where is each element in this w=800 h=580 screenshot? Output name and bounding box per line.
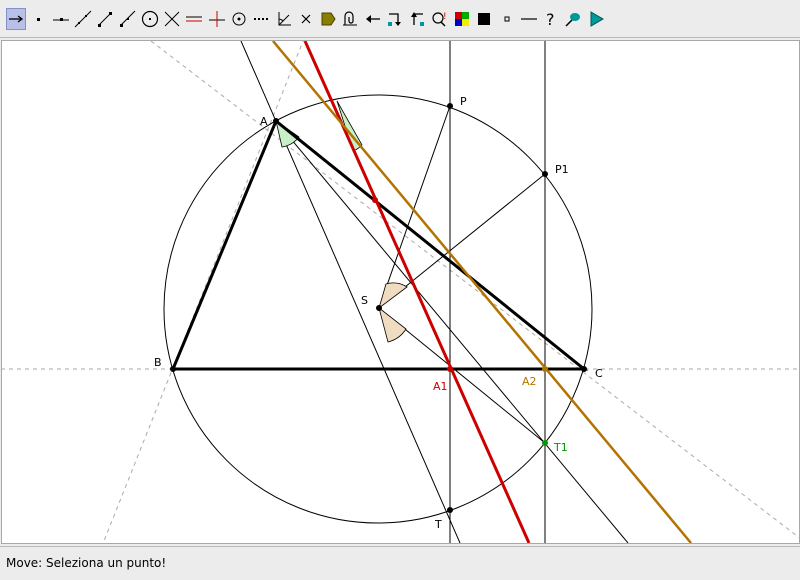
zoom-tool[interactable]: !: [430, 8, 450, 30]
toolbar: ! ?: [0, 0, 800, 38]
help-tool[interactable]: ?: [541, 8, 561, 30]
dotted-line-tool[interactable]: [251, 8, 271, 30]
segment-icon: [98, 11, 113, 27]
circle-icon: [141, 10, 158, 27]
midpoint-icon: [232, 12, 246, 25]
hide-tool[interactable]: [385, 8, 405, 30]
label-tool[interactable]: [318, 8, 338, 30]
label-p1: P1: [555, 163, 569, 176]
line-ac-extension[interactable]: [150, 40, 800, 539]
black-square-icon: [478, 12, 491, 25]
label-a1: A1: [433, 380, 448, 393]
red-line[interactable]: [303, 40, 531, 544]
label-t: T: [434, 518, 442, 531]
point-a1[interactable]: [447, 366, 453, 372]
angle-marker-s-upper: [378, 282, 408, 310]
drawing-canvas[interactable]: A B C P P1 S T A1 A2 T1: [1, 0, 800, 562]
dotted-line-icon: [254, 17, 269, 20]
point-a[interactable]: [273, 118, 279, 124]
point-tool[interactable]: [28, 8, 48, 30]
fill-tool[interactable]: [474, 8, 494, 30]
ray-icon: [120, 10, 136, 27]
intersection-tool[interactable]: [162, 8, 182, 30]
label-a: A: [260, 115, 268, 128]
point-p[interactable]: [447, 103, 453, 109]
undo-arrow-icon: [365, 14, 380, 23]
midpoint-tool[interactable]: [229, 8, 249, 30]
ray-tool[interactable]: [117, 8, 137, 30]
status-bar: Move: Seleziona un punto!: [0, 546, 800, 580]
point-t1[interactable]: [542, 440, 548, 446]
svg-text:!: !: [443, 12, 447, 22]
parallel-tool[interactable]: [184, 8, 204, 30]
line-style-icon: [520, 17, 537, 20]
segment-tool[interactable]: [95, 8, 115, 30]
line-tool[interactable]: [73, 8, 93, 30]
label-t1: T1: [553, 441, 568, 454]
small-square-icon: [504, 16, 510, 21]
point-s[interactable]: [376, 305, 382, 311]
orange-line[interactable]: [272, 40, 692, 544]
move-tool[interactable]: [6, 7, 26, 30]
play-icon: [590, 10, 604, 27]
color-tool[interactable]: [452, 8, 472, 30]
perpendicular-tool[interactable]: [207, 8, 227, 30]
comment-tool[interactable]: [563, 8, 583, 30]
perpendicular-icon: [208, 10, 225, 27]
cross-icon: [301, 14, 311, 23]
point-on-line-tool[interactable]: [51, 8, 71, 30]
show-icon: [411, 11, 425, 26]
angle-marker-s-lower: [378, 306, 407, 343]
angle-icon: [278, 11, 291, 25]
angle-tool[interactable]: [274, 8, 294, 30]
point-p1[interactable]: [542, 171, 548, 177]
line-a-t1[interactable]: [275, 120, 629, 544]
question-icon: ?: [546, 10, 555, 28]
app-window: ! ? A B C P P1 S T A1 A2 T1 Move: Selezi…: [0, 0, 800, 580]
line-style-tool[interactable]: [519, 8, 539, 30]
comment-icon: [565, 12, 581, 27]
zoom-icon: !: [432, 12, 447, 27]
point-red-on-ac[interactable]: [372, 197, 378, 203]
label-c: C: [595, 367, 603, 380]
point-b[interactable]: [170, 366, 176, 372]
macro-tool[interactable]: [340, 8, 360, 30]
segment-s-p[interactable]: [378, 105, 451, 309]
point-on-line-icon: [52, 17, 69, 21]
svg-text:?: ?: [546, 10, 555, 28]
triangle-abc[interactable]: [170, 118, 589, 371]
point-c[interactable]: [581, 366, 587, 372]
arrow-move-icon: [9, 14, 24, 23]
hide-icon: [388, 12, 402, 26]
run-tool[interactable]: [586, 8, 606, 30]
line-a-t[interactable]: [240, 40, 461, 544]
label-b: B: [154, 356, 162, 369]
delete-tool[interactable]: [296, 8, 316, 30]
circle-tool[interactable]: [140, 8, 160, 30]
parallel-icon: [186, 16, 203, 21]
show-tool[interactable]: [407, 8, 427, 30]
point-a2[interactable]: [542, 366, 548, 372]
line-icon: [74, 10, 92, 27]
undo-tool[interactable]: [363, 8, 383, 30]
point-size-tool[interactable]: [497, 8, 517, 30]
color-grid-icon: [454, 11, 469, 26]
label-s: S: [361, 294, 368, 307]
macro-icon: [343, 10, 358, 25]
geometry-drawing: A B C P P1 S T A1 A2 T1: [1, 0, 800, 562]
label-a2: A2: [522, 375, 537, 388]
status-text: Move: Seleziona un punto!: [6, 556, 167, 570]
point-t[interactable]: [447, 507, 453, 513]
label-icon: [321, 12, 336, 25]
label-p: P: [460, 95, 467, 108]
intersection-icon: [164, 11, 180, 26]
point-icon: [37, 17, 41, 21]
